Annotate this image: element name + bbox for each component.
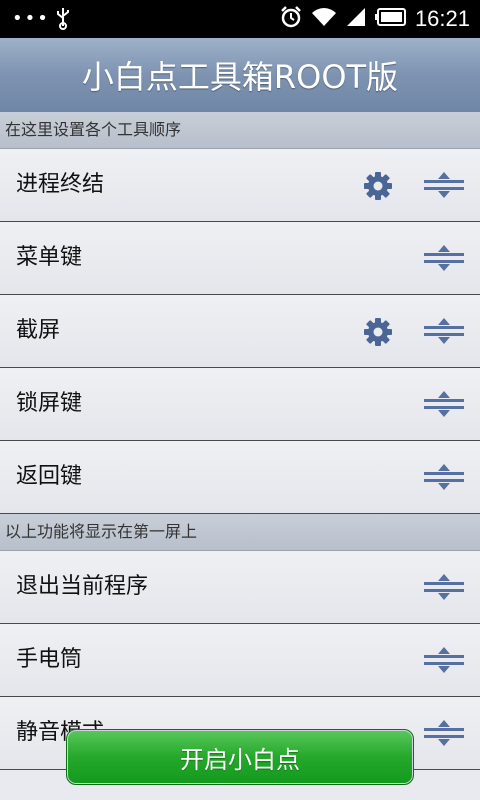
list-item-menu-key[interactable]: 菜单键 [0,222,480,295]
section-header: 在这里设置各个工具顺序 [0,112,480,149]
drag-handle-icon[interactable] [424,573,464,601]
list-item-exit-app[interactable]: 退出当前程序 [0,551,480,624]
list-item-screenshot[interactable]: 截屏 [0,295,480,368]
drag-handle-icon[interactable] [424,390,464,418]
signal-icon [345,6,367,32]
title-bar: 小白点工具箱ROOT版 [0,38,480,113]
drag-handle-icon[interactable] [424,646,464,674]
tool-order-list: 在这里设置各个工具顺序 进程终结 菜单键 截屏 锁屏键 返回键 以上功能将显示在… [0,112,480,770]
list-item-process-kill[interactable]: 进程终结 [0,149,480,222]
battery-icon [374,8,407,30]
drag-handle-icon[interactable] [424,171,464,199]
list-item-lock-key[interactable]: 锁屏键 [0,368,480,441]
gear-icon[interactable] [363,317,393,347]
list-item-label: 退出当前程序 [16,574,149,599]
list-item-label: 手电筒 [16,647,83,672]
drag-handle-icon[interactable] [424,463,464,491]
list-item-label: 返回键 [16,464,83,489]
list-item-label: 菜单键 [16,245,83,270]
app-title: 小白点工具箱ROOT版 [81,58,399,96]
clock: 16:21 [414,6,470,31]
list-item-label: 进程终结 [16,172,105,197]
list-item-label: 截屏 [16,318,61,343]
section-header: 以上功能将显示在第一屏上 [0,514,480,551]
status-bar: ••• 16:21 [0,0,480,38]
gear-icon[interactable] [363,171,393,201]
drag-handle-icon[interactable] [424,719,464,747]
alarm-icon [279,5,303,33]
drag-handle-icon[interactable] [424,317,464,345]
list-item-label: 锁屏键 [16,391,83,416]
usb-icon [56,6,70,34]
start-button[interactable]: 开启小白点 [66,729,414,785]
drag-handle-icon[interactable] [424,244,464,272]
list-item-flashlight[interactable]: 手电筒 [0,624,480,697]
list-item-back-key[interactable]: 返回键 [0,441,480,514]
wifi-icon [311,6,337,32]
overflow-dots-icon: ••• [12,8,50,29]
